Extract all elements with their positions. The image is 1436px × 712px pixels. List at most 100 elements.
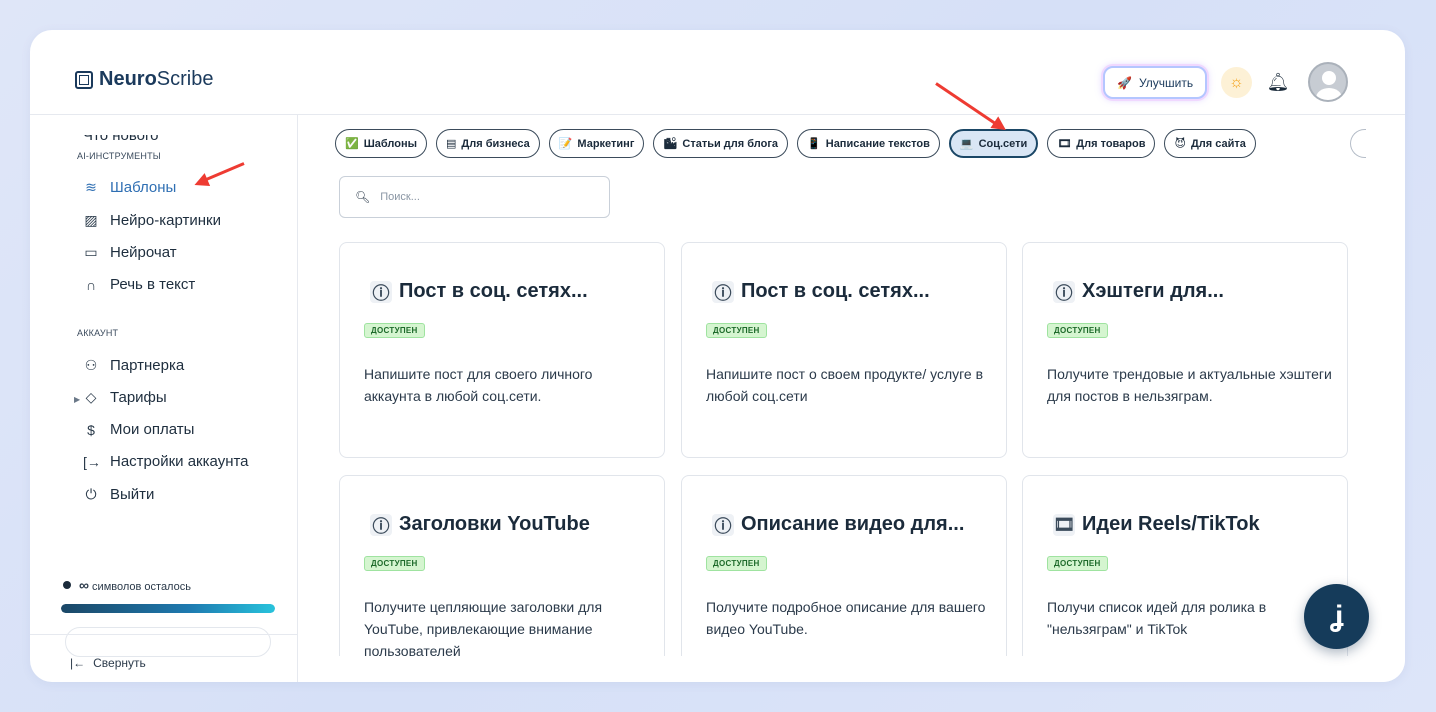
document-icon: ▤ <box>446 138 457 150</box>
chip-label: Соц.сети <box>978 137 1028 150</box>
card-description: Получите цепляющие заголовки для YouTube… <box>364 599 603 659</box>
chip-marketing[interactable]: 📝 Маркетинг <box>548 129 645 158</box>
sidebar-item-payments[interactable]: $ Мои оплаты <box>83 421 194 438</box>
power-icon: ⏻ <box>85 486 97 502</box>
chip-writing[interactable]: 📱 Написание текстов <box>797 129 940 158</box>
chip-label: Для товаров <box>1076 137 1146 150</box>
card-title: Пост в соц. сетях... <box>399 280 588 302</box>
sidebar-item-label: Настройки аккаунта <box>110 453 249 470</box>
chip-partial[interactable] <box>1350 129 1366 158</box>
infinity-symbol: ∞ <box>79 577 89 593</box>
card-title: Заголовки YouTube <box>399 513 590 535</box>
status-badge: ДОСТУПЕН <box>1047 323 1108 338</box>
checkbox-icon: ✅ <box>345 138 359 150</box>
card-title: Пост в соц. сетях... <box>741 280 930 302</box>
sidebar-item-label: Тарифы <box>110 389 167 406</box>
status-badge: ДОСТУПЕН <box>364 556 425 571</box>
chip-products[interactable]: 🎞 Для товаров <box>1047 129 1156 158</box>
chip-website[interactable]: 😈 Для сайта <box>1164 129 1256 158</box>
template-card[interactable]: ⓘ Пост в соц. сетях... ДОСТУПЕН Напишите … <box>681 242 1007 458</box>
sidebar-item-tariffs[interactable]: ◇ Тарифы <box>83 389 167 406</box>
sidebar-item-label: Шаблоны <box>110 179 177 196</box>
card-description: Напишите пост для своего личного аккаунт… <box>364 366 593 404</box>
sidebar-item-neurochat[interactable]: ▭ Нейрочат <box>83 244 177 261</box>
sidebar-item-label: Нейрочат <box>110 244 177 261</box>
sidebar-item-label: Нейро-картинки <box>110 212 221 229</box>
symbols-progress-bar <box>61 604 275 613</box>
scroll-fade <box>299 656 1405 682</box>
logo-bold: Neuro <box>99 68 157 90</box>
sidebar-item-templates[interactable]: ≋ Шаблоны <box>83 179 176 196</box>
upgrade-button[interactable]: 🚀 Улучшить <box>1103 66 1208 99</box>
image-icon: ▨ <box>84 212 98 228</box>
template-card[interactable]: ⓘ Хэштеги для... ДОСТУПЕН Получите трендо… <box>1022 242 1348 458</box>
collapse-label: Свернуть <box>93 656 146 670</box>
upgrade-label: Улучшить <box>1138 75 1194 90</box>
bell-icon[interactable]: 🔔︎ <box>1266 70 1290 94</box>
film-icon: 🎞 <box>1053 513 1075 536</box>
card-title: Хэштеги для... <box>1082 280 1224 302</box>
dollar-icon: $ <box>87 421 95 438</box>
template-card[interactable]: ⓘ Описание видео для... ДОСТУПЕН Получите… <box>681 475 1007 675</box>
logo[interactable]: Neuro Scribe <box>75 68 214 91</box>
sidebar-ghost-button[interactable] <box>65 627 271 657</box>
chip-label: Маркетинг <box>577 137 635 150</box>
sidebar-item-neuro-images[interactable]: ▨ Нейро-картинки <box>83 212 221 229</box>
sidebar-item-label: Выйти <box>110 486 155 503</box>
chip-label: Для сайта <box>1190 137 1246 150</box>
category-chips: ✅ Шаблоны ▤ Для бизнеса 📝 Маркетинг 🏙 Статьи… <box>335 129 1256 158</box>
sidebar: Что нового AI-ИНСТРУМЕНТЫ ≋ Шаблоны ▨ Не… <box>30 115 298 682</box>
login-icon: [→ <box>83 453 101 470</box>
template-card[interactable]: ⓘ Заголовки YouTube ДОСТУПЕН Получите цеп… <box>339 475 665 675</box>
app-window: Neuro Scribe 🚀 Улучшить ☼ 🔔︎ Что нового A… <box>30 30 1405 682</box>
divider <box>30 634 298 635</box>
chip-label: Написание текстов <box>825 137 930 150</box>
sidebar-item-label: Мои оплаты <box>110 421 195 438</box>
sidebar-item-partners[interactable]: ⚇ Партнерка <box>83 357 185 374</box>
memo-icon: 📝 <box>558 138 573 150</box>
sidebar-item-account-settings[interactable]: [→ Настройки аккаунта <box>83 453 249 470</box>
sidebar-item-logout[interactable]: ⏻ Выйти <box>83 486 154 503</box>
chat-bot-icon: ʝ <box>1329 599 1344 633</box>
theme-toggle-sun-icon[interactable]: ☼ <box>1221 67 1252 98</box>
info-icon: ⓘ <box>1053 280 1075 303</box>
logo-icon <box>75 70 93 89</box>
collapse-arrow-icon: |← <box>70 656 86 670</box>
avatar[interactable] <box>1308 62 1348 102</box>
rocket-icon: 🚀 <box>1117 75 1132 90</box>
card-description: Получите подробное описание для вашего в… <box>706 599 986 637</box>
layers-icon: ≋ <box>85 179 97 195</box>
header: Neuro Scribe 🚀 Улучшить ☼ 🔔︎ <box>30 30 1405 115</box>
sidebar-item-cut[interactable]: Что нового <box>83 135 203 147</box>
status-badge: ДОСТУПЕН <box>1047 556 1108 571</box>
card-title: Описание видео для... <box>741 513 965 535</box>
card-description: Получите трендовые и актуальные хэштеги … <box>1047 366 1332 404</box>
city-icon: 🏙 <box>663 138 678 150</box>
sidebar-item-speech-to-text[interactable]: ∩ Речь в текст <box>83 276 195 293</box>
chip-blog-articles[interactable]: 🏙 Статьи для блога <box>653 129 789 158</box>
chip-label: Шаблоны <box>363 137 417 150</box>
card-description: Получи список идей для ролика в "нельзяг… <box>1047 599 1267 637</box>
chat-bot-button[interactable]: ʝ <box>1304 584 1369 649</box>
chip-templates[interactable]: ✅ Шаблоны <box>335 129 427 158</box>
chip-business[interactable]: ▤ Для бизнеса <box>436 129 540 158</box>
sidebar-item-label: Партнерка <box>110 357 185 374</box>
section-account: АККАУНТ <box>77 328 119 338</box>
template-card[interactable]: ⓘ Пост в соц. сетях... ДОСТУПЕН Напишите … <box>339 242 665 458</box>
chat-icon: ▭ <box>84 244 98 260</box>
symbols-text: символов осталось <box>92 581 191 593</box>
devil-icon: 😈 <box>1174 138 1186 150</box>
status-badge: ДОСТУПЕН <box>706 556 767 571</box>
card-title: Идеи Reels/TikTok <box>1082 513 1260 535</box>
headphones-icon: ∩ <box>85 276 97 293</box>
template-card[interactable]: 🎞 Идеи Reels/TikTok ДОСТУПЕН Получи списо… <box>1022 475 1348 675</box>
caret-right-icon[interactable]: ▶ <box>74 395 80 404</box>
info-icon: ⓘ <box>370 513 392 536</box>
search-icon: 🔍︎ <box>355 190 371 204</box>
sidebar-item-label: Речь в текст <box>110 276 196 293</box>
chip-social[interactable]: 💻 Соц.сети <box>948 129 1039 158</box>
collapse-button[interactable]: |← Свернуть <box>70 656 146 670</box>
card-description: Напишите пост о своем продукте/ услуге в… <box>706 366 984 404</box>
search-input[interactable]: Поиск... <box>380 191 420 203</box>
search-box[interactable]: 🔍︎ Поиск... <box>339 176 610 218</box>
